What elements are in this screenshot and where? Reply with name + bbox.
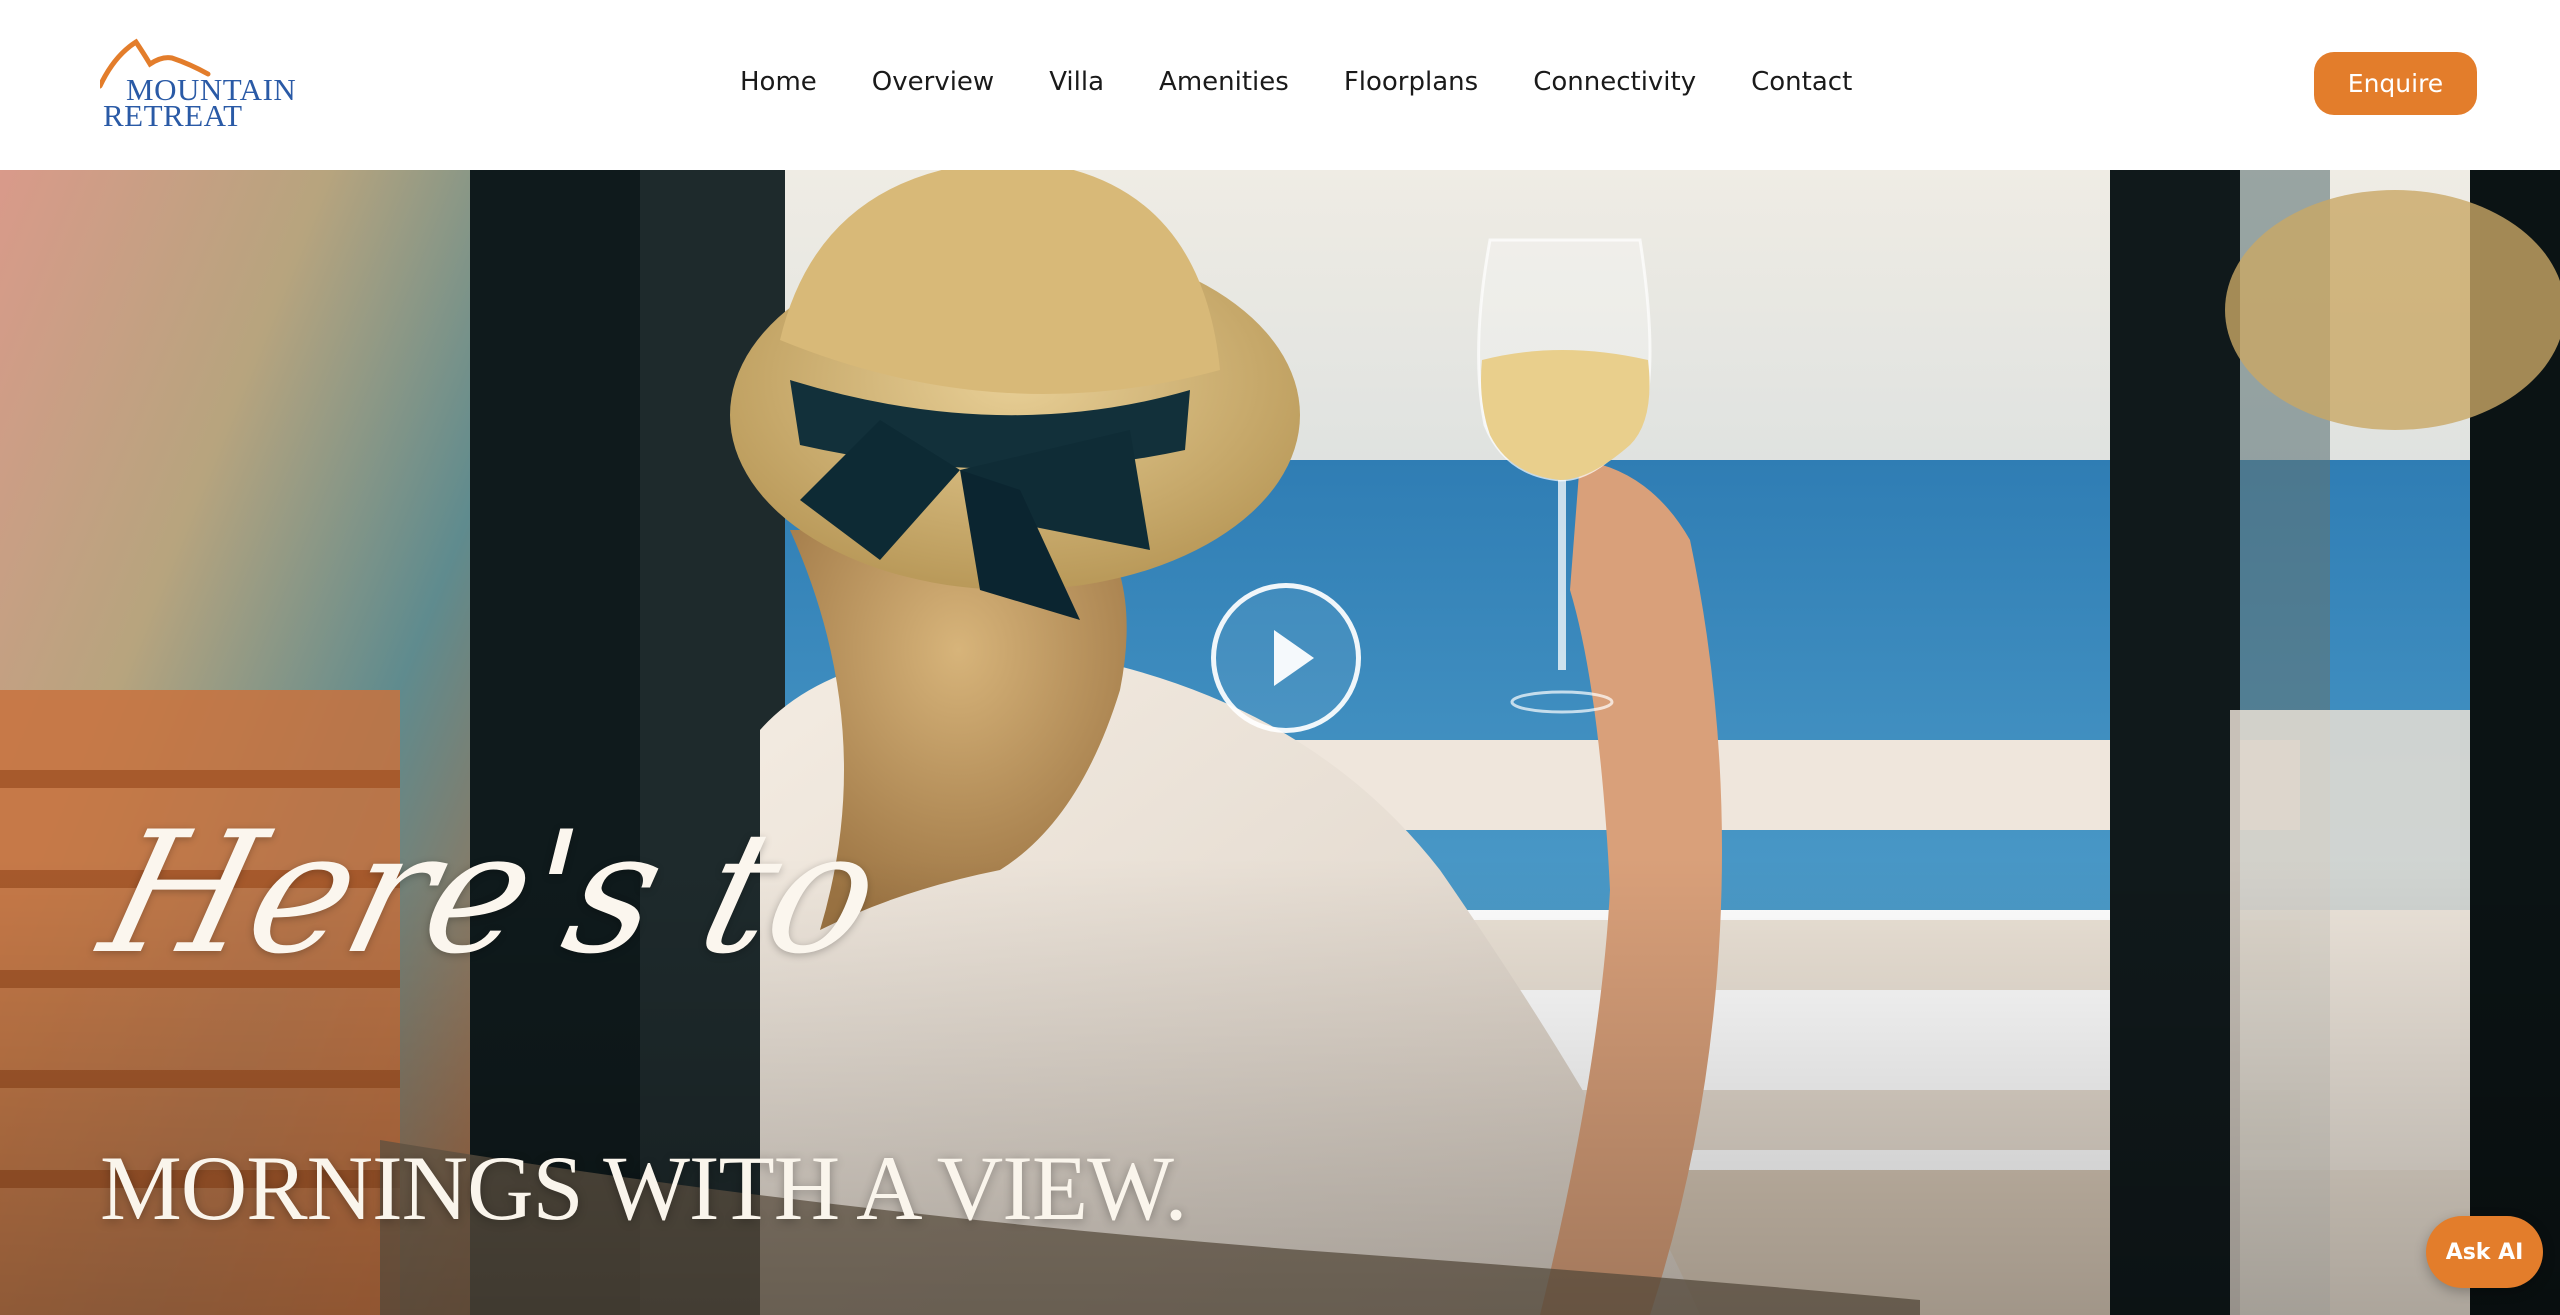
nav-contact[interactable]: Contact [1751,67,1852,97]
main-nav: Home Overview Villa Amenities Floorplans… [740,62,1852,102]
hero-headline: MORNINGS WITH A VIEW. [100,1137,1187,1239]
nav-connectivity[interactable]: Connectivity [1533,67,1696,97]
nav-amenities[interactable]: Amenities [1159,67,1289,97]
nav-home[interactable]: Home [740,67,817,97]
enquire-button[interactable]: Enquire [2314,52,2477,115]
site-header: MOUNTAIN RETREAT Home Overview Villa Ame… [0,0,2560,170]
logo-text-bottom: RETREAT [103,98,243,133]
ask-ai-button[interactable]: Ask AI [2426,1216,2543,1288]
site-logo[interactable]: MOUNTAIN RETREAT [100,38,305,133]
nav-floorplans[interactable]: Floorplans [1344,67,1478,97]
play-button[interactable] [1211,583,1361,733]
hero-script-text: Here's to [85,795,897,991]
nav-villa[interactable]: Villa [1049,67,1104,97]
hero-video[interactable]: Here's to MORNINGS WITH A VIEW. Ask AI [0,170,2560,1315]
play-icon [1274,630,1314,686]
nav-overview[interactable]: Overview [872,67,994,97]
